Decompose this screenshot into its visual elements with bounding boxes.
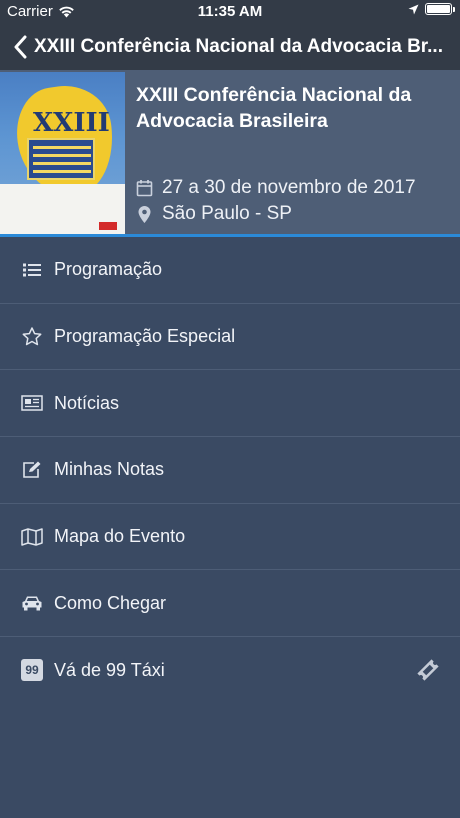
event-menu: Programação Programação Especial Notícia… xyxy=(0,237,460,704)
status-bar: Carrier 11:35 AM xyxy=(0,0,460,24)
menu-item-label: Como Chegar xyxy=(54,592,167,613)
back-button[interactable] xyxy=(0,24,34,70)
event-poster-image: XXIII xyxy=(0,72,125,234)
location-arrow-icon xyxy=(408,4,419,14)
menu-item-label: Mapa do Evento xyxy=(54,526,186,547)
menu-item-label: Minhas Notas xyxy=(54,459,165,480)
battery-icon xyxy=(425,3,455,15)
menu-item-label: Programação xyxy=(54,259,163,280)
menu-item-programacao[interactable]: Programação xyxy=(0,237,460,304)
clock: 11:35 AM xyxy=(197,3,263,20)
ticket-icon xyxy=(414,656,442,684)
taxi-99-badge: 99 xyxy=(21,659,43,682)
map-pin-icon xyxy=(138,205,151,223)
newspaper-icon xyxy=(20,391,44,415)
navigation-bar: XXIII Conferência Nacional da Advocacia … xyxy=(0,24,460,70)
event-date: 27 a 30 de novembro de 2017 xyxy=(162,177,416,198)
menu-item-label: Programação Especial xyxy=(54,326,236,347)
menu-item-como-chegar[interactable]: Como Chegar xyxy=(0,570,460,638)
event-location-row: São Paulo - SP xyxy=(136,203,292,225)
menu-item-99-taxi[interactable]: 99 Vá de 99 Táxi xyxy=(0,637,460,704)
poster-numeral: XXIII xyxy=(33,108,110,138)
star-icon xyxy=(20,325,44,349)
event-title: XXIII Conferência Nacional da Advocacia … xyxy=(136,84,412,132)
event-header: XXIII XXIII Conferência Nacional da Advo… xyxy=(0,70,460,237)
list-icon xyxy=(20,258,44,282)
menu-item-mapa-do-evento[interactable]: Mapa do Evento xyxy=(0,504,460,571)
menu-item-programacao-especial[interactable]: Programação Especial xyxy=(0,304,460,371)
edit-note-icon xyxy=(20,458,44,482)
chevron-left-icon xyxy=(14,35,27,59)
menu-item-label: Notícias xyxy=(54,392,120,413)
calendar-icon xyxy=(136,180,153,197)
nav-title: XXIII Conferência Nacional da Advocacia … xyxy=(34,36,443,57)
taxi-99-icon: 99 xyxy=(20,658,44,682)
menu-item-label: Vá de 99 Táxi xyxy=(54,659,165,680)
event-location: São Paulo - SP xyxy=(162,203,292,224)
menu-item-noticias[interactable]: Notícias xyxy=(0,370,460,438)
event-date-row: 27 a 30 de novembro de 2017 xyxy=(136,177,416,199)
menu-item-minhas-notas[interactable]: Minhas Notas xyxy=(0,437,460,504)
car-icon xyxy=(20,591,44,615)
map-icon xyxy=(20,525,44,549)
